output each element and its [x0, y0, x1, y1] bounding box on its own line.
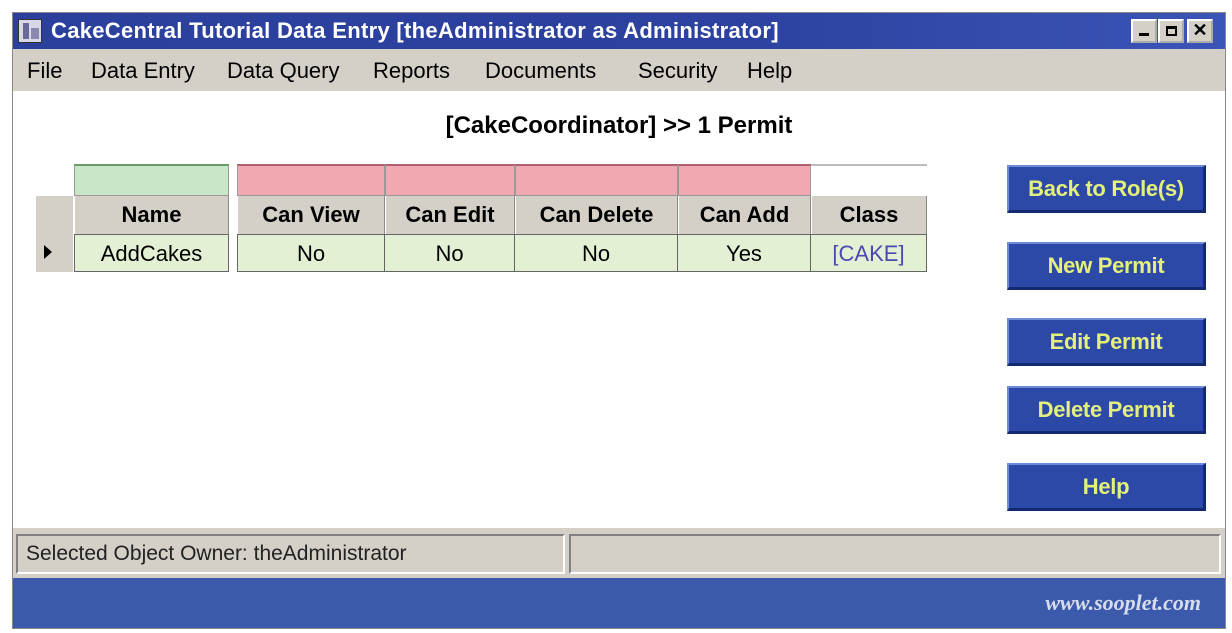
status-owner: Selected Object Owner: theAdministrator — [16, 534, 565, 574]
content-area: [CakeCoordinator] >> 1 Permit Name Can V… — [13, 91, 1225, 528]
app-icon — [18, 19, 42, 43]
menu-bar: File Data Entry Data Query Reports Docum… — [13, 50, 1225, 90]
table-cell-can-edit[interactable]: No — [385, 234, 515, 272]
column-header-can-edit[interactable]: Can Edit — [385, 196, 515, 234]
edit-permit-button[interactable]: Edit Permit — [1007, 318, 1206, 366]
filter-can-view[interactable] — [237, 164, 385, 196]
table-cell-can-delete[interactable]: No — [515, 234, 678, 272]
column-header-can-view[interactable]: Can View — [237, 196, 385, 234]
menu-data-entry[interactable]: Data Entry — [91, 58, 195, 84]
maximize-button[interactable] — [1158, 19, 1184, 43]
page-title: [CakeCoordinator] >> 1 Permit — [445, 112, 793, 139]
minimize-button[interactable] — [1131, 19, 1157, 43]
footer-banner: www.sooplet.com — [13, 578, 1225, 628]
menu-file[interactable]: File — [27, 58, 62, 84]
filter-can-edit[interactable] — [385, 164, 515, 196]
row-selector-indicator[interactable] — [36, 234, 73, 272]
menu-help[interactable]: Help — [747, 58, 792, 84]
column-header-can-add[interactable]: Can Add — [678, 196, 811, 234]
status-bar: Selected Object Owner: theAdministrator — [13, 529, 1225, 577]
filter-can-add[interactable] — [678, 164, 811, 196]
filter-can-delete[interactable] — [515, 164, 678, 196]
filter-class[interactable] — [811, 164, 927, 196]
minimize-icon — [1139, 33, 1149, 36]
grid-corner — [36, 196, 73, 234]
help-button[interactable]: Help — [1007, 463, 1206, 511]
menu-documents[interactable]: Documents — [485, 58, 596, 84]
brand-link[interactable]: www.sooplet.com — [1045, 590, 1201, 616]
column-header-class[interactable]: Class — [811, 196, 927, 234]
close-button[interactable]: ✕ — [1187, 19, 1213, 43]
title-bar: CakeCentral Tutorial Data Entry [theAdmi… — [13, 13, 1225, 49]
delete-permit-button[interactable]: Delete Permit — [1007, 386, 1206, 434]
status-secondary — [569, 534, 1221, 574]
menu-security[interactable]: Security — [638, 58, 717, 84]
close-icon: ✕ — [1192, 20, 1208, 40]
maximize-icon — [1165, 26, 1177, 36]
menu-data-query[interactable]: Data Query — [227, 58, 340, 84]
back-to-roles-button[interactable]: Back to Role(s) — [1007, 165, 1206, 213]
table-cell-can-view[interactable]: No — [237, 234, 385, 272]
menu-reports[interactable]: Reports — [373, 58, 450, 84]
window-title: CakeCentral Tutorial Data Entry [theAdmi… — [51, 18, 779, 43]
table-cell-name[interactable]: AddCakes — [74, 234, 229, 272]
table-cell-class-link[interactable]: [CAKE] — [811, 234, 927, 272]
column-header-can-delete[interactable]: Can Delete — [515, 196, 678, 234]
table-cell-can-add[interactable]: Yes — [678, 234, 811, 272]
new-permit-button[interactable]: New Permit — [1007, 242, 1206, 290]
filter-name[interactable] — [74, 164, 229, 196]
column-header-name[interactable]: Name — [74, 196, 229, 234]
